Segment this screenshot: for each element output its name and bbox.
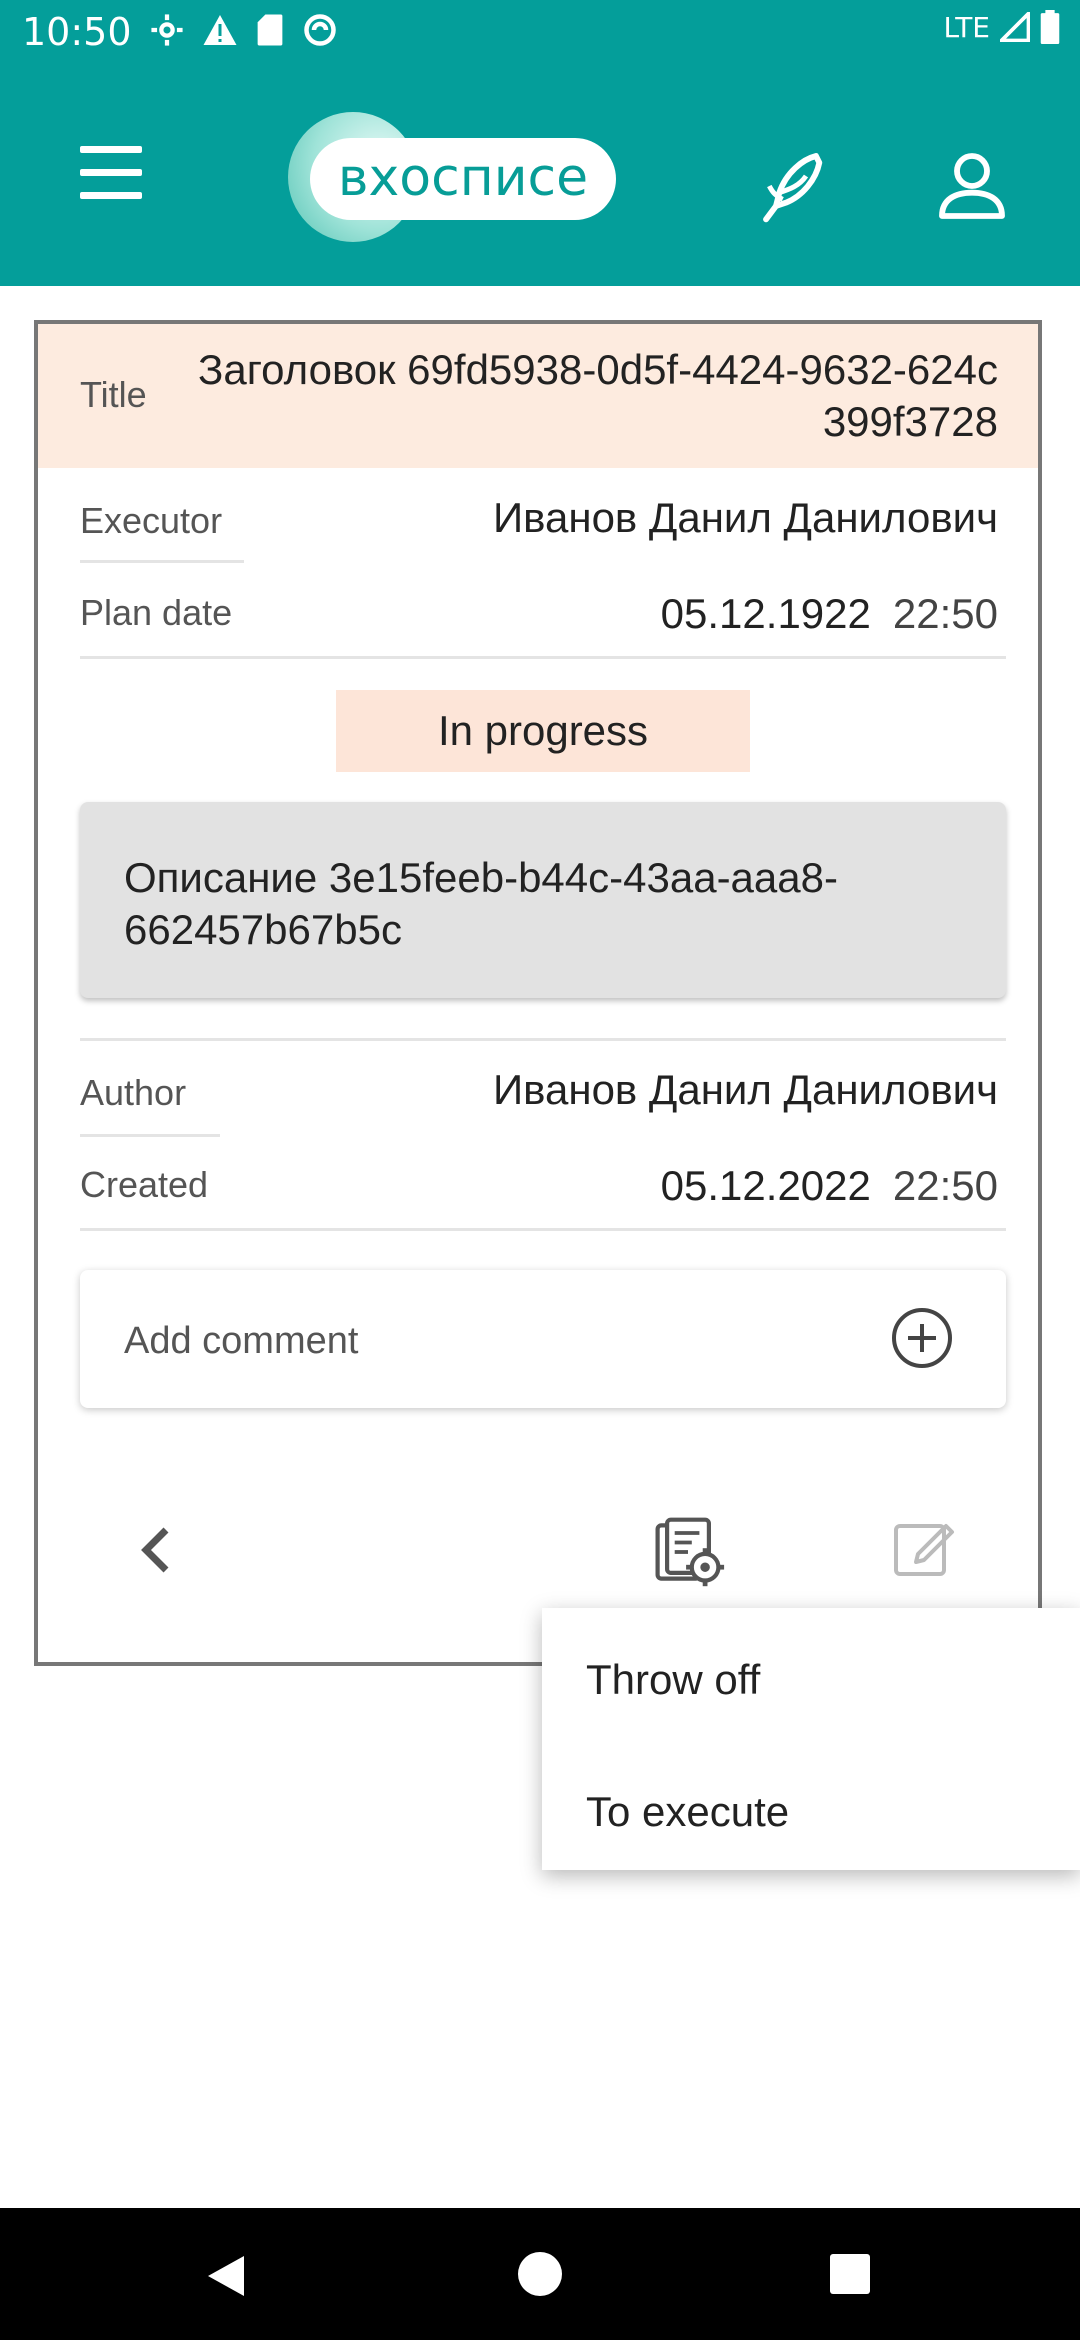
title-label: Title bbox=[80, 374, 147, 415]
plan-date-label: Plan date bbox=[80, 592, 233, 633]
divider bbox=[80, 1038, 1006, 1041]
executor-value: Иванов Данил Данилович bbox=[492, 494, 998, 541]
title-value: Заголовок 69fd5938-0d5f-4424-9632-624c39… bbox=[198, 346, 998, 445]
comment-placeholder: Add comment bbox=[124, 1320, 359, 1362]
divider bbox=[80, 1228, 1006, 1231]
divider bbox=[80, 1134, 220, 1137]
actions-button[interactable] bbox=[650, 1514, 726, 1590]
description-box: Описание 3e15feeb-b44c-43aa-aaa8-662457b… bbox=[80, 802, 1006, 998]
menu-icon bbox=[68, 146, 152, 199]
executor-label: Executor bbox=[80, 500, 223, 541]
author-value: Иванов Данил Данилович bbox=[492, 1066, 998, 1113]
title-row: Title Заголовок 69fd5938-0d5f-4424-9632-… bbox=[38, 324, 1038, 468]
signal-icon bbox=[1000, 12, 1030, 42]
app-bar: вхосписе bbox=[0, 66, 1080, 286]
plan-date: 05.12.1922 bbox=[660, 590, 871, 637]
profile-icon bbox=[939, 153, 1005, 219]
description-text: Описание 3e15feeb-b44c-43aa-aaa8-662457b… bbox=[124, 854, 838, 953]
settings-icon bbox=[151, 14, 183, 46]
logo-text: вхосписе bbox=[310, 138, 616, 220]
profile-button[interactable] bbox=[932, 146, 1012, 226]
status-badge: In progress bbox=[336, 690, 750, 772]
plan-date-value: 05.12.1922 22:50 bbox=[661, 590, 998, 638]
created-date: 05.12.2022 bbox=[660, 1162, 871, 1209]
menu-item-to-execute[interactable]: To execute bbox=[586, 1788, 789, 1836]
sd-card-icon bbox=[257, 14, 283, 46]
menu-button[interactable] bbox=[68, 146, 152, 210]
divider bbox=[80, 560, 244, 563]
nav-back-icon[interactable] bbox=[204, 2254, 248, 2298]
menu-item-throw-off[interactable]: Throw off bbox=[586, 1656, 760, 1704]
actions-menu: Throw off To execute bbox=[542, 1608, 1080, 1870]
created-value: 05.12.2022 22:50 bbox=[661, 1162, 998, 1210]
status-time: 10:50 bbox=[22, 10, 132, 54]
battery-icon bbox=[1040, 10, 1060, 44]
nav-home-icon[interactable] bbox=[518, 2252, 562, 2296]
back-button[interactable] bbox=[130, 1518, 186, 1582]
status-icons-left bbox=[150, 12, 338, 48]
network-type: LTE bbox=[943, 10, 990, 44]
feather-icon bbox=[763, 153, 823, 223]
created-time: 22:50 bbox=[892, 1162, 998, 1209]
comment-input[interactable]: Add comment bbox=[80, 1270, 1006, 1408]
edit-button[interactable] bbox=[890, 1514, 958, 1582]
status-icons-right: LTE bbox=[943, 10, 1060, 44]
add-comment-button[interactable] bbox=[890, 1306, 954, 1370]
app-logo: вхосписе bbox=[288, 112, 628, 242]
sync-icon bbox=[304, 14, 336, 46]
chevron-left-icon bbox=[141, 1527, 169, 1573]
divider bbox=[80, 656, 1006, 659]
nav-recent-icon[interactable] bbox=[830, 2254, 870, 2294]
edit-icon bbox=[894, 1524, 954, 1576]
warning-icon bbox=[203, 15, 237, 45]
plus-circle-icon bbox=[892, 1308, 952, 1368]
document-settings-icon bbox=[655, 1517, 725, 1587]
created-label: Created bbox=[80, 1164, 209, 1205]
status-bar: 10:50 LTE bbox=[0, 0, 1080, 66]
task-card: Title Заголовок 69fd5938-0d5f-4424-9632-… bbox=[34, 320, 1042, 1666]
author-label: Author bbox=[80, 1072, 187, 1113]
feather-button[interactable] bbox=[756, 146, 836, 226]
system-nav-bar bbox=[0, 2208, 1080, 2340]
plan-time: 22:50 bbox=[892, 590, 998, 637]
